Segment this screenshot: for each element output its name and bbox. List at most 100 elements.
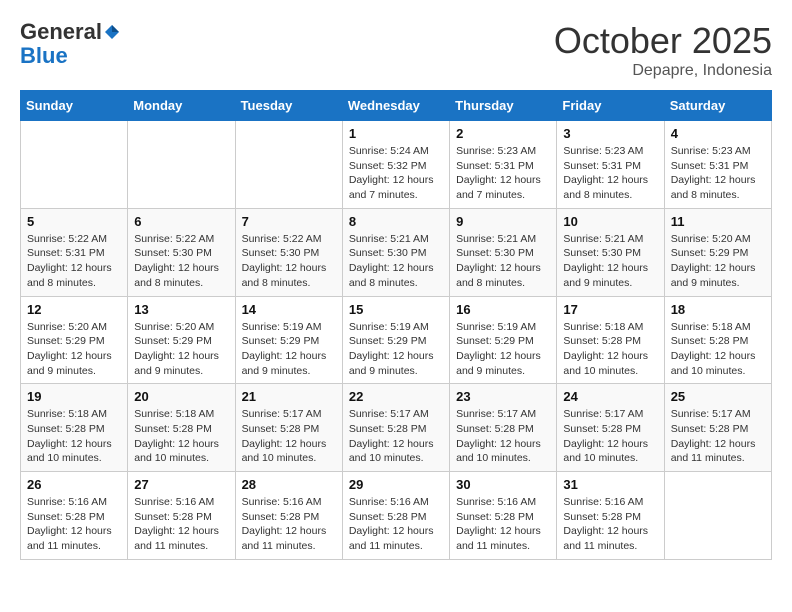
calendar-cell: 17Sunrise: 5:18 AM Sunset: 5:28 PM Dayli… [557,296,664,384]
day-number: 21 [242,389,336,404]
calendar-cell: 5 Sunrise: 5:22 AM Sunset: 5:31 PM Daylig… [21,208,128,296]
day-info: Sunrise: 5:22 AM Sunset: 5:31 PM Dayligh… [27,232,121,291]
location-title: Depapre, Indonesia [554,62,772,80]
day-number: 13 [134,302,228,317]
day-number: 12 [27,302,121,317]
day-number: 28 [242,477,336,492]
day-info: Sunrise: 5:20 AM Sunset: 5:29 PM Dayligh… [671,232,765,291]
day-number: 16 [456,302,550,317]
logo-general: General [20,20,102,44]
calendar-cell: 30 Sunrise: 5:16 AM Sunset: 5:28 PM Dayli… [450,472,557,560]
day-info: Sunrise: 5:20 AM Sunset: 5:29 PM Dayligh… [134,320,228,379]
day-number: 8 [349,214,443,229]
weekday-header-wednesday: Wednesday [342,91,449,121]
day-info: Sunrise: 5:23 AM Sunset: 5:31 PM Dayligh… [563,144,657,203]
day-number: 9 [456,214,550,229]
calendar-cell [235,121,342,209]
calendar-cell: 9 Sunrise: 5:21 AM Sunset: 5:30 PM Daylig… [450,208,557,296]
day-info: Sunrise: 5:20 AM Sunset: 5:29 PM Dayligh… [27,320,121,379]
calendar-cell [128,121,235,209]
calendar-cell: 28 Sunrise: 5:16 AM Sunset: 5:28 PM Dayli… [235,472,342,560]
day-info: Sunrise: 5:18 AM Sunset: 5:28 PM Dayligh… [671,320,765,379]
day-info: Sunrise: 5:16 AM Sunset: 5:28 PM Dayligh… [456,495,550,554]
weekday-header-friday: Friday [557,91,664,121]
day-number: 15 [349,302,443,317]
calendar-table: SundayMondayTuesdayWednesdayThursdayFrid… [20,90,772,560]
logo-icon [103,23,121,41]
day-info: Sunrise: 5:18 AM Sunset: 5:28 PM Dayligh… [563,320,657,379]
calendar-cell: 27 Sunrise: 5:16 AM Sunset: 5:28 PM Dayli… [128,472,235,560]
month-title: October 2025 [554,20,772,62]
calendar-week-row: 1Sunrise: 5:24 AM Sunset: 5:32 PM Daylig… [21,121,772,209]
day-info: Sunrise: 5:23 AM Sunset: 5:31 PM Dayligh… [456,144,550,203]
day-info: Sunrise: 5:17 AM Sunset: 5:28 PM Dayligh… [349,407,443,466]
calendar-cell: 14Sunrise: 5:19 AM Sunset: 5:29 PM Dayli… [235,296,342,384]
calendar-cell: 19 Sunrise: 5:18 AM Sunset: 5:28 PM Dayli… [21,384,128,472]
day-number: 19 [27,389,121,404]
calendar-cell: 18 Sunrise: 5:18 AM Sunset: 5:28 PM Dayli… [664,296,771,384]
day-info: Sunrise: 5:18 AM Sunset: 5:28 PM Dayligh… [134,407,228,466]
day-number: 22 [349,389,443,404]
calendar-cell [664,472,771,560]
calendar-cell [21,121,128,209]
calendar-cell: 10Sunrise: 5:21 AM Sunset: 5:30 PM Dayli… [557,208,664,296]
day-info: Sunrise: 5:21 AM Sunset: 5:30 PM Dayligh… [456,232,550,291]
day-number: 6 [134,214,228,229]
calendar-cell: 21 Sunrise: 5:17 AM Sunset: 5:28 PM Dayli… [235,384,342,472]
day-info: Sunrise: 5:17 AM Sunset: 5:28 PM Dayligh… [242,407,336,466]
weekday-header-tuesday: Tuesday [235,91,342,121]
day-info: Sunrise: 5:17 AM Sunset: 5:28 PM Dayligh… [563,407,657,466]
weekday-header-row: SundayMondayTuesdayWednesdayThursdayFrid… [21,91,772,121]
day-number: 18 [671,302,765,317]
day-number: 30 [456,477,550,492]
calendar-cell: 24 Sunrise: 5:17 AM Sunset: 5:28 PM Dayli… [557,384,664,472]
day-number: 2 [456,126,550,141]
logo-blue: Blue [20,44,121,68]
calendar-cell: 16 Sunrise: 5:19 AM Sunset: 5:29 PM Dayli… [450,296,557,384]
day-number: 26 [27,477,121,492]
calendar-cell: 26Sunrise: 5:16 AM Sunset: 5:28 PM Dayli… [21,472,128,560]
day-number: 3 [563,126,657,141]
calendar-week-row: 5 Sunrise: 5:22 AM Sunset: 5:31 PM Daylig… [21,208,772,296]
day-number: 20 [134,389,228,404]
day-info: Sunrise: 5:16 AM Sunset: 5:28 PM Dayligh… [134,495,228,554]
day-info: Sunrise: 5:19 AM Sunset: 5:29 PM Dayligh… [242,320,336,379]
day-number: 4 [671,126,765,141]
day-info: Sunrise: 5:16 AM Sunset: 5:28 PM Dayligh… [563,495,657,554]
day-number: 27 [134,477,228,492]
day-info: Sunrise: 5:16 AM Sunset: 5:28 PM Dayligh… [242,495,336,554]
day-info: Sunrise: 5:22 AM Sunset: 5:30 PM Dayligh… [242,232,336,291]
day-number: 1 [349,126,443,141]
calendar-cell: 4 Sunrise: 5:23 AM Sunset: 5:31 PM Daylig… [664,121,771,209]
calendar-cell: 15 Sunrise: 5:19 AM Sunset: 5:29 PM Dayli… [342,296,449,384]
day-number: 25 [671,389,765,404]
day-number: 31 [563,477,657,492]
calendar-cell: 20 Sunrise: 5:18 AM Sunset: 5:28 PM Dayli… [128,384,235,472]
calendar-cell: 7Sunrise: 5:22 AM Sunset: 5:30 PM Daylig… [235,208,342,296]
weekday-header-thursday: Thursday [450,91,557,121]
calendar-week-row: 12 Sunrise: 5:20 AM Sunset: 5:29 PM Dayli… [21,296,772,384]
title-block: October 2025 Depapre, Indonesia [554,20,772,80]
calendar-week-row: 26 Sunrise: 5:16 AM Sunset: 5:28 PM Dayli… [21,472,772,560]
day-number: 29 [349,477,443,492]
calendar-cell: 29 Sunrise: 5:16 AM Sunset: 5:28 PM Dayli… [342,472,449,560]
day-info: Sunrise: 5:19 AM Sunset: 5:29 PM Dayligh… [349,320,443,379]
logo: General Blue [20,20,121,68]
day-number: 10 [563,214,657,229]
day-info: Sunrise: 5:16 AM Sunset: 5:28 PM Dayligh… [349,495,443,554]
calendar-cell: 25 Sunrise: 5:17 AM Sunset: 5:28 PM Dayli… [664,384,771,472]
day-info: Sunrise: 5:18 AM Sunset: 5:28 PM Dayligh… [27,407,121,466]
day-number: 11 [671,214,765,229]
page-header: General Blue October 2025 Depapre, Indon… [20,20,772,80]
calendar-cell: 31 Sunrise: 5:16 AM Sunset: 5:28 PM Dayli… [557,472,664,560]
day-info: Sunrise: 5:23 AM Sunset: 5:31 PM Dayligh… [671,144,765,203]
calendar-cell: 23Sunrise: 5:17 AM Sunset: 5:28 PM Dayli… [450,384,557,472]
day-info: Sunrise: 5:17 AM Sunset: 5:28 PM Dayligh… [671,407,765,466]
day-number: 5 [27,214,121,229]
calendar-cell: 6Sunrise: 5:22 AM Sunset: 5:30 PM Daylig… [128,208,235,296]
calendar-cell: 8Sunrise: 5:21 AM Sunset: 5:30 PM Daylig… [342,208,449,296]
day-number: 23 [456,389,550,404]
day-number: 24 [563,389,657,404]
calendar-cell: 22 Sunrise: 5:17 AM Sunset: 5:28 PM Dayli… [342,384,449,472]
day-info: Sunrise: 5:19 AM Sunset: 5:29 PM Dayligh… [456,320,550,379]
